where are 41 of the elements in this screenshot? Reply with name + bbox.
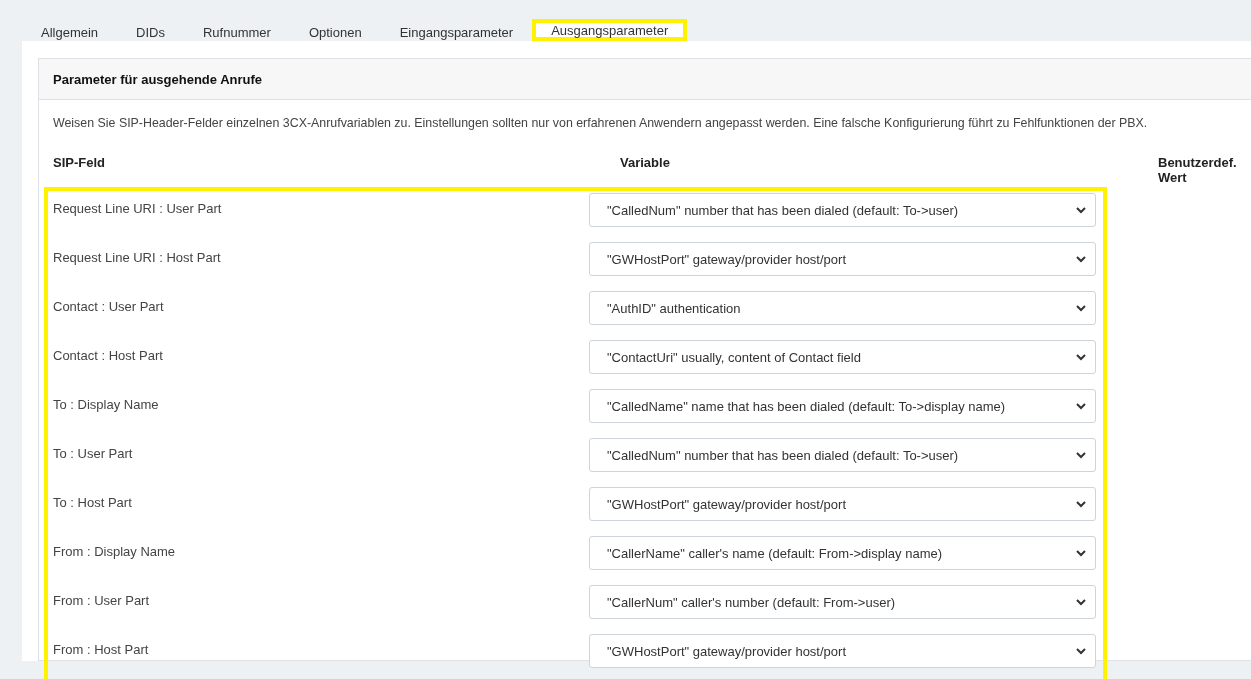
tab[interactable]: Optionen xyxy=(289,19,381,41)
variable-select[interactable]: "GWHostPort" gateway/provider host/port xyxy=(589,634,1096,668)
variable-select[interactable]: "ContactUri" usually, content of Contact field xyxy=(589,340,1096,374)
chevron-down-icon xyxy=(1075,498,1087,510)
variable-select[interactable]: "CalledNum" number that has been dialed (default: To->user) xyxy=(589,193,1096,227)
field-label: Request Line URI : User Part xyxy=(53,200,223,216)
section-title: Parameter für ausgehende Anrufe xyxy=(39,59,1251,100)
field-label: From : User Part xyxy=(53,592,151,608)
field-label: Contact : User Part xyxy=(53,298,165,314)
variable-select[interactable]: "CallerName" caller's name (default: From->display name) xyxy=(589,536,1096,570)
tab[interactable]: Rufnummer xyxy=(184,19,290,41)
field-label: To : Host Part xyxy=(53,494,133,510)
tab[interactable]: Eingangsparameter xyxy=(380,19,533,41)
variable-select[interactable]: "GWHostPort" gateway/provider host/port xyxy=(589,242,1096,276)
field-label: From : Display Name xyxy=(53,543,177,559)
description-text: Weisen Sie SIP-Header-Felder einzelnen 3CX-Anrufvariablen zu. Einstellungen sollten nur von erfahrenen Anwendern angepasst werden. Eine falsche Konfigurierung führt zu Fehlfunktionen der PBX. xyxy=(53,116,1149,130)
field-label: From : Host Part xyxy=(53,641,150,657)
chevron-down-icon xyxy=(1075,253,1087,265)
chevron-down-icon xyxy=(1075,547,1087,559)
column-header: Variable xyxy=(620,155,671,172)
chevron-down-icon xyxy=(1075,449,1087,461)
variable-select[interactable]: "AuthID" authentication xyxy=(589,291,1096,325)
variable-select[interactable]: "CalledNum" number that has been dialed (default: To->user) xyxy=(589,438,1096,472)
field-label: Request Line URI : Host Part xyxy=(53,249,222,265)
variable-select[interactable]: "CallerNum" caller's number (default: From->user) xyxy=(589,585,1096,619)
chevron-down-icon xyxy=(1075,351,1087,363)
tab[interactable]: Ausgangsparameter xyxy=(532,19,688,41)
field-label: Contact : Host Part xyxy=(53,347,164,363)
chevron-down-icon xyxy=(1075,302,1087,314)
column-header: SIP-Feld xyxy=(53,155,106,172)
variable-select[interactable]: "GWHostPort" gateway/provider host/port xyxy=(589,487,1096,521)
tab[interactable]: DIDs xyxy=(117,19,184,41)
chevron-down-icon xyxy=(1075,596,1087,608)
field-label: To : Display Name xyxy=(53,396,160,412)
chevron-down-icon xyxy=(1075,645,1087,657)
column-header: Benutzerdef. Wert xyxy=(1158,155,1238,185)
field-label: To : User Part xyxy=(53,445,134,461)
chevron-down-icon xyxy=(1075,204,1087,216)
chevron-down-icon xyxy=(1075,400,1087,412)
variable-select[interactable]: "CalledName" name that has been dialed (default: To->display name) xyxy=(589,389,1096,423)
tab[interactable]: Allgemein xyxy=(22,19,118,41)
